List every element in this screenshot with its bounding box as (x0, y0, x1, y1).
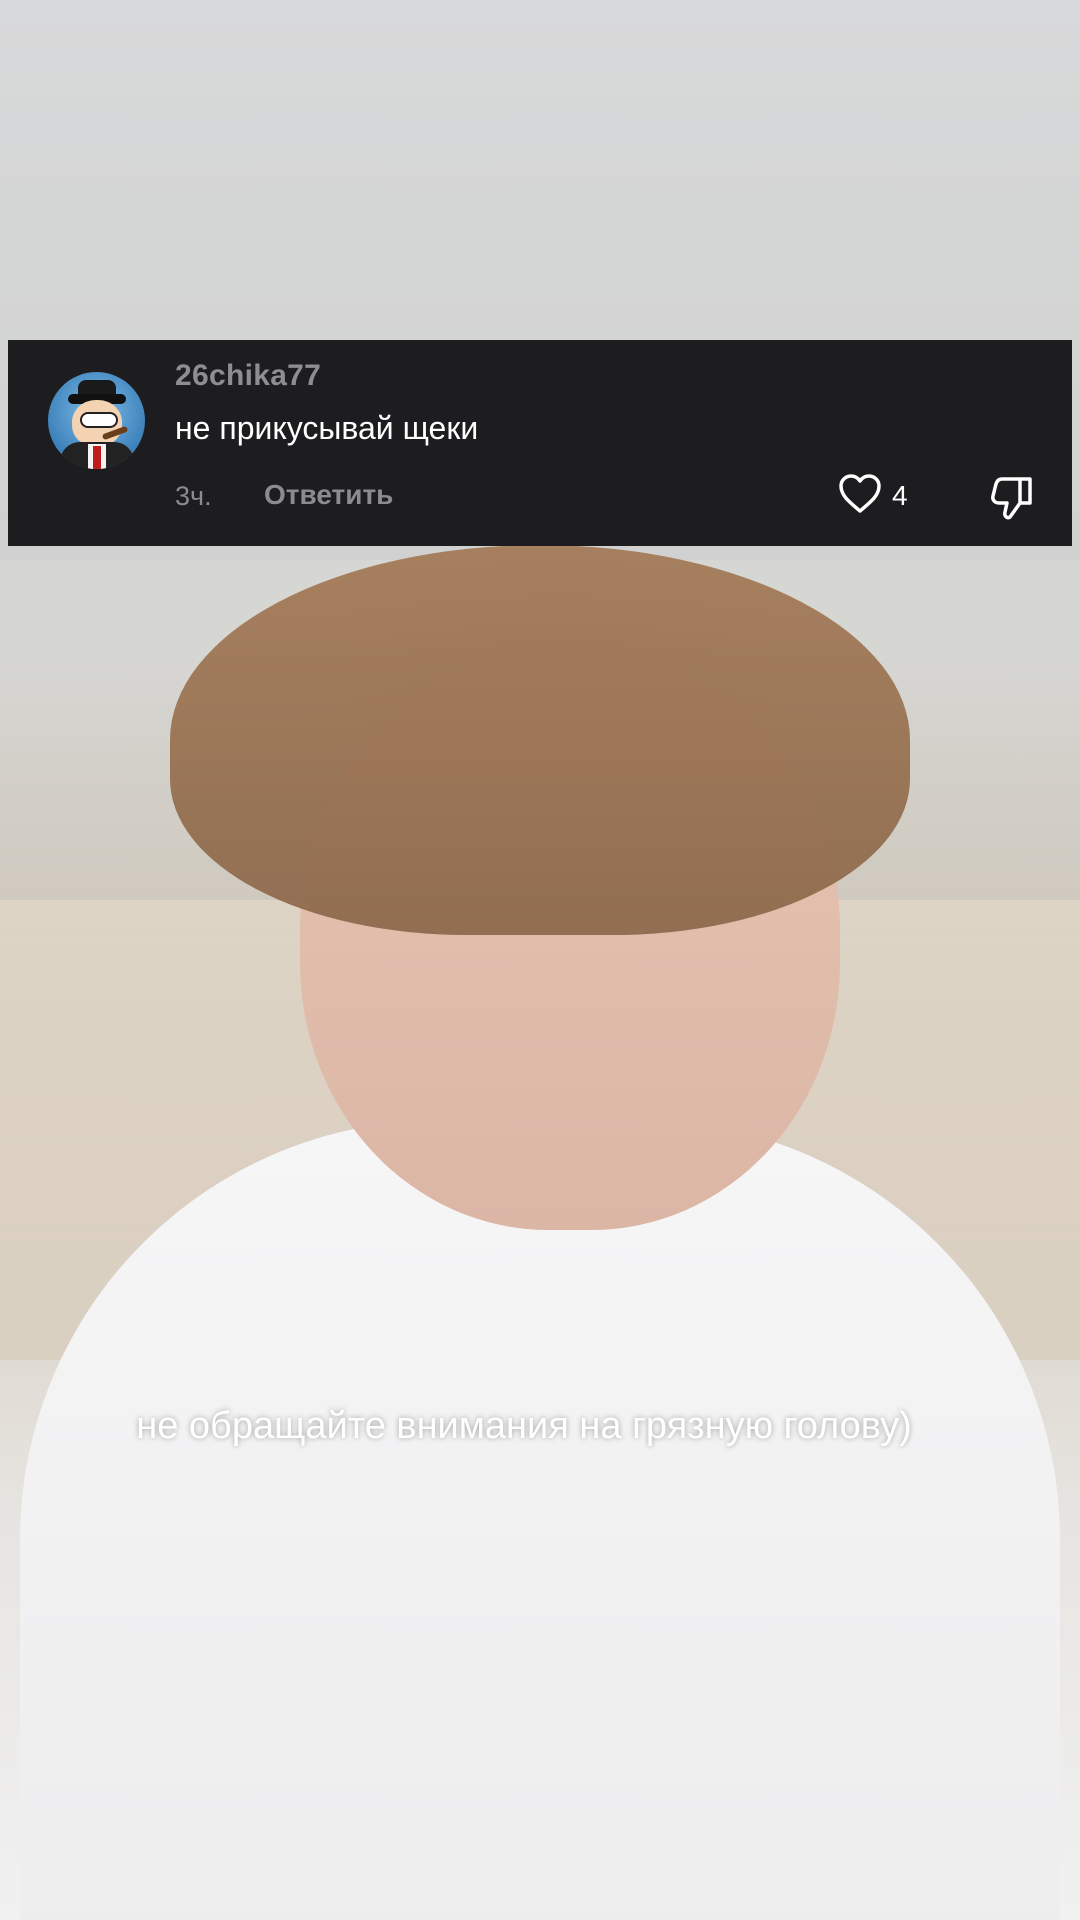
tie-shape (93, 446, 101, 469)
comment-text: не прикусывай щеки (175, 410, 479, 446)
dislike-button[interactable] (988, 472, 1038, 522)
person-shirt (20, 1120, 1060, 1920)
video-caption: не обращайте внимания на грязную голову) (136, 1405, 912, 1447)
thumbs-down-icon (988, 477, 1038, 526)
video-frame[interactable]: 26chika77 не прикусывай щеки 3ч. Ответит… (0, 0, 1080, 1920)
heart-outline-icon (838, 473, 882, 519)
comment-time: 3ч. (175, 481, 212, 511)
like-button[interactable]: 4 (838, 472, 908, 520)
avatar (48, 372, 145, 469)
like-count: 4 (892, 480, 908, 511)
comment-sticker: 26chika77 не прикусывай щеки 3ч. Ответит… (8, 340, 1072, 546)
glasses-shape (80, 412, 118, 428)
person-hair (170, 545, 910, 935)
reply-button[interactable]: Ответить (264, 479, 393, 511)
comment-username: 26chika77 (175, 359, 322, 392)
